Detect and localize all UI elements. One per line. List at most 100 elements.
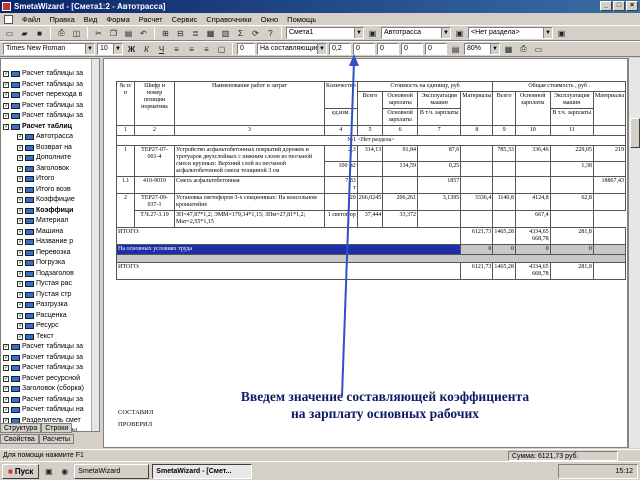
tree-item[interactable]: ✓ Дополните <box>3 153 93 164</box>
maximize-button[interactable]: □ <box>613 1 625 11</box>
checkbox-icon[interactable]: ✓ <box>3 113 9 120</box>
tree-item[interactable]: ✓ Автотрасса <box>3 132 93 143</box>
close-button[interactable]: × <box>626 1 638 11</box>
scrollbar-thumb[interactable] <box>630 118 640 148</box>
tree-item[interactable]: ✓ Заголовок (сборка) <box>3 384 93 395</box>
open-icon[interactable]: ▰ <box>18 27 31 39</box>
tree-item[interactable]: ✓ Расчет таблицы за <box>3 363 93 374</box>
checkbox-icon[interactable]: ✓ <box>17 270 23 277</box>
start-button[interactable]: ■ Пуск <box>2 463 40 479</box>
estimate-select[interactable]: Смета1 ▼ <box>286 27 364 39</box>
chart-icon[interactable]: ▥ <box>219 27 232 39</box>
tree-item[interactable]: ✓ Название р <box>3 237 93 248</box>
table-row[interactable]: 1 ТЕР27-07-001-4 Устройство асфальтобето… <box>116 145 627 177</box>
tree-item[interactable]: ✓ Перевозка <box>3 248 93 259</box>
sidebar-scrollbar[interactable] <box>91 59 99 431</box>
checkbox-icon[interactable]: ✓ <box>17 144 23 151</box>
tree-item[interactable]: ✓ Расчет перехода в <box>3 90 93 101</box>
tree-item[interactable]: ✓ Расчет таблицы за <box>3 101 93 112</box>
number-field[interactable]: 0 <box>237 43 255 55</box>
tree-item[interactable]: ✓ Расчет ресурсной <box>3 374 93 385</box>
checkbox-icon[interactable]: ✓ <box>17 176 23 183</box>
checkbox-icon[interactable]: ✓ <box>17 155 23 162</box>
taskbar-item-smetawizard[interactable]: SmetaWizard <box>74 463 150 479</box>
tree-item[interactable]: ✓ Итого <box>3 174 93 185</box>
underline-icon[interactable]: Ч <box>155 43 168 55</box>
tree-item[interactable]: ✓ Расчет таблицы за <box>3 111 93 122</box>
paste-icon[interactable]: ▤ <box>122 27 135 39</box>
font-select[interactable]: Times New Roman ▼ <box>3 43 95 55</box>
menu-service[interactable]: Сервис <box>172 15 198 24</box>
checkbox-icon[interactable]: ✓ <box>3 92 9 99</box>
tree-item[interactable]: ✓ Расценка <box>3 311 93 322</box>
font-size-select[interactable]: 10 ▼ <box>97 43 123 55</box>
coef-field-2[interactable]: 0 <box>353 43 375 55</box>
tree-item[interactable]: ✓ Итого возв <box>3 185 93 196</box>
table-row[interactable]: 1.1 410-9010 Смесь асфальтобетонная 7,83… <box>116 176 627 194</box>
zoom-select[interactable]: 80% ▼ <box>464 43 500 55</box>
checkbox-icon[interactable]: ✓ <box>17 165 23 172</box>
border-icon[interactable]: ▢ <box>215 43 228 55</box>
tree-item[interactable]: ✓ Пустая стр <box>3 290 93 301</box>
tab-properties[interactable]: Свойства <box>0 434 39 444</box>
tree-item[interactable]: ✓ Расчет таблицы на <box>3 405 93 416</box>
section-select[interactable]: <Нет раздела> ▼ <box>468 27 553 39</box>
align-right-icon[interactable]: ≡ <box>200 43 213 55</box>
checkbox-icon[interactable]: ✓ <box>17 134 23 141</box>
save-icon[interactable]: ■ <box>33 27 46 39</box>
cut-icon[interactable]: ✂ <box>92 27 105 39</box>
checkbox-icon[interactable]: ✓ <box>17 302 23 309</box>
checkbox-icon[interactable]: ✓ <box>3 386 9 393</box>
checkbox-icon[interactable]: ✓ <box>17 323 23 330</box>
table-icon[interactable]: ▦ <box>204 27 217 39</box>
total-row[interactable]: ИТОГО: 6121,73 1465,28 4334,65 668,78 281… <box>115 227 627 245</box>
align-center-icon[interactable]: ≡ <box>185 43 198 55</box>
checkbox-icon[interactable]: ✓ <box>17 197 23 204</box>
checkbox-icon[interactable]: ✓ <box>17 312 23 319</box>
checkbox-icon[interactable]: ✓ <box>17 186 23 193</box>
menu-help[interactable]: Помощь <box>287 15 316 24</box>
checkbox-icon[interactable]: ✓ <box>3 407 9 414</box>
checkbox-icon[interactable]: ✓ <box>3 81 9 88</box>
calc-mode-select[interactable]: На составляющие ▼ <box>257 43 327 55</box>
tree-item[interactable]: ✓ Разгрузка <box>3 300 93 311</box>
tree-item[interactable]: ✓ Расчет таблицы за <box>3 353 93 364</box>
coef-field-3[interactable]: 0 <box>377 43 399 55</box>
help-icon[interactable]: ? <box>264 27 277 39</box>
menu-form[interactable]: Форма <box>106 15 129 24</box>
estimate-props-icon[interactable]: ▣ <box>366 27 379 39</box>
tab-calcs[interactable]: Расчеты <box>38 434 75 444</box>
insert-row-icon[interactable]: ⊞ <box>159 27 172 39</box>
undo-icon[interactable]: ↶ <box>137 27 150 39</box>
checkbox-icon[interactable]: ✓ <box>3 71 9 78</box>
copy-icon[interactable]: ❐ <box>107 27 120 39</box>
tree-item[interactable]: ✓ Материал <box>3 216 93 227</box>
checkbox-icon[interactable]: ✓ <box>3 396 9 403</box>
tree-item[interactable]: ✓ Текст <box>3 332 93 343</box>
tree-item[interactable]: ✓ Пустая рас <box>3 279 93 290</box>
checkbox-icon[interactable]: ✓ <box>3 102 9 109</box>
salary-coef-field[interactable]: 0,2 <box>329 43 351 55</box>
coef-field-4[interactable]: 0 <box>401 43 423 55</box>
tree-item[interactable]: ✓ Ресурс <box>3 321 93 332</box>
tree-item[interactable]: ✓ Расчет таблицы за <box>3 395 93 406</box>
checkbox-icon[interactable]: ✓ <box>17 239 23 246</box>
align-left-icon[interactable]: ≡ <box>170 43 183 55</box>
checkbox-icon[interactable]: ✓ <box>17 260 23 267</box>
total-row[interactable]: ИТОГО: 6121,73 1465,28 4334,65 668,78 281… <box>115 262 627 280</box>
tree-item[interactable]: ✓ Погрузка <box>3 258 93 269</box>
minimize-button[interactable]: _ <box>600 1 612 11</box>
tree-item[interactable]: ✓ Расчет таблицы за <box>3 80 93 91</box>
tree-item[interactable]: ✓ Машина <box>3 227 93 238</box>
document-scrollbar[interactable] <box>628 58 640 448</box>
delete-row-icon[interactable]: ⊟ <box>174 27 187 39</box>
checkbox-icon[interactable]: ✓ <box>17 207 23 214</box>
object-select[interactable]: Автотрасса ▼ <box>381 27 451 39</box>
checkbox-icon[interactable]: ✓ <box>17 281 23 288</box>
grid-icon[interactable]: ▦ <box>502 43 515 55</box>
tree-item[interactable]: ✓ Коэффицие <box>3 195 93 206</box>
conditions-row[interactable]: На основных условиях труда 0 0 0 0 <box>115 244 627 255</box>
apply-icon[interactable]: ▤ <box>449 43 462 55</box>
table-row[interactable]: 2 ТЕР27-09-037-1 Установка светофоров 3-… <box>116 193 627 228</box>
italic-icon[interactable]: К <box>140 43 153 55</box>
